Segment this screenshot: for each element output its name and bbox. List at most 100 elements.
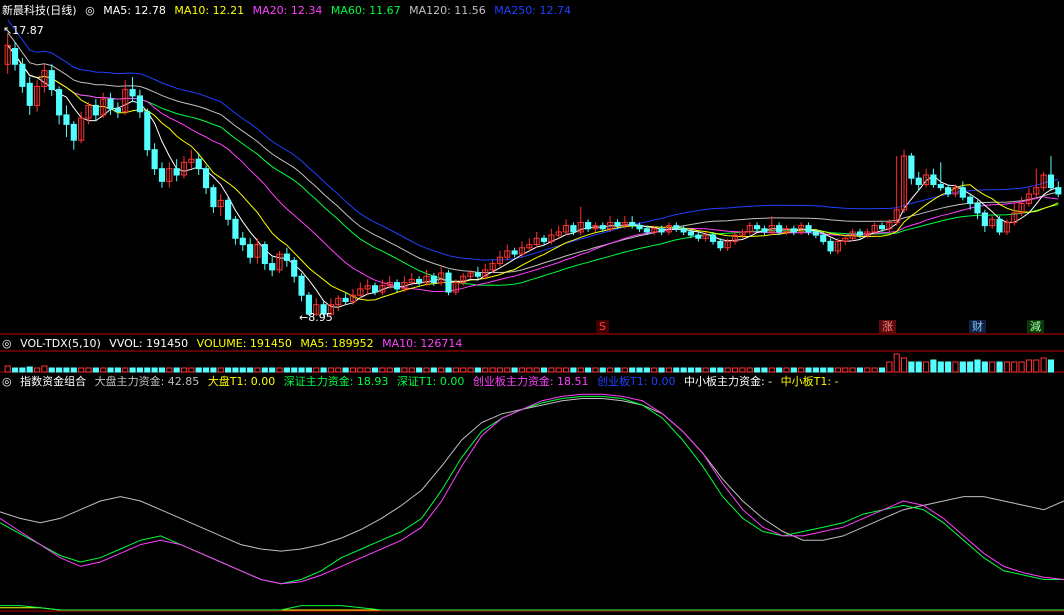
candle-body xyxy=(511,250,518,255)
fund-title: 指数资金组合 xyxy=(20,375,87,388)
volume-bar xyxy=(731,367,739,373)
volume-bar xyxy=(724,367,731,373)
volume-header: ◎ VOL-TDX(5,10) VVOL: 191450 VOLUME: 191… xyxy=(2,337,467,351)
volume-bar xyxy=(225,367,232,373)
candle-body xyxy=(195,158,202,170)
circle-dropdown-icon[interactable]: ◎ xyxy=(85,4,95,17)
volume-bar xyxy=(849,367,856,373)
volume-bar xyxy=(269,367,276,373)
volume-bar xyxy=(19,367,26,373)
high-price-label: ↖17.87 xyxy=(3,24,44,37)
candle-body xyxy=(967,196,974,204)
volume-bar xyxy=(298,367,305,373)
volume-bar xyxy=(702,367,709,373)
volume-bar xyxy=(151,367,158,373)
candle-body xyxy=(202,168,210,189)
volume-bars xyxy=(4,353,1055,373)
candlestick-series xyxy=(4,33,1062,316)
candle-body xyxy=(643,228,650,233)
candle-body xyxy=(56,89,63,116)
candle-body xyxy=(261,244,268,265)
volume-bar xyxy=(665,367,672,373)
candle-body xyxy=(599,225,606,230)
volume-bar xyxy=(496,367,504,373)
candle-body xyxy=(695,234,702,239)
signal-s-marker[interactable]: S xyxy=(596,320,609,333)
volume-bar xyxy=(842,367,849,373)
moving-average-lines xyxy=(7,19,1059,308)
volume-bar xyxy=(526,367,533,373)
candle-body xyxy=(225,199,232,220)
volume-bar xyxy=(305,367,312,373)
volume-bar xyxy=(614,367,621,373)
volume-bar xyxy=(327,367,335,373)
finance-marker[interactable]: 财 xyxy=(969,320,986,333)
volume-bar xyxy=(26,366,33,373)
shenzheng-label: 深证主力资金: 18.93 xyxy=(283,375,389,388)
candle-body xyxy=(974,202,981,214)
volume-bar xyxy=(871,367,878,373)
reduce-marker[interactable]: 減 xyxy=(1027,320,1044,333)
volume-bar xyxy=(166,367,173,373)
volume-bar xyxy=(416,367,423,373)
candle-body xyxy=(717,240,724,249)
volume-bar xyxy=(555,367,562,373)
ma5-label: MA5: 12.78 xyxy=(103,4,166,17)
candle-body xyxy=(585,221,592,230)
rise-marker[interactable]: 涨 xyxy=(879,320,896,333)
volume-bar xyxy=(761,367,768,373)
volume-bar xyxy=(658,367,665,373)
volume-bar xyxy=(92,367,99,373)
volume-bar xyxy=(335,367,342,373)
volume-bar xyxy=(533,367,540,373)
candle-body xyxy=(754,225,761,230)
volume-bar xyxy=(893,353,900,373)
dapan-fund-line xyxy=(0,398,1064,552)
volume-bar xyxy=(1011,361,1018,373)
volume-bar xyxy=(1040,357,1047,373)
zhongxiao-label: 中小板主力资金: - xyxy=(683,375,773,388)
volume-bar xyxy=(129,367,136,373)
candle-body xyxy=(658,228,665,233)
volume-bar xyxy=(158,367,166,373)
volume-bar xyxy=(357,367,364,373)
candle-body xyxy=(298,275,305,296)
circle-dropdown-icon[interactable]: ◎ xyxy=(2,375,12,388)
volume-bar xyxy=(364,367,371,373)
volume-bar xyxy=(599,367,606,373)
candle-body xyxy=(114,108,121,113)
candle-body xyxy=(151,149,158,170)
volume-bar xyxy=(180,367,188,373)
volume-bar xyxy=(930,359,937,373)
volume-bar xyxy=(254,367,261,373)
volume-bar xyxy=(56,367,63,373)
circle-dropdown-icon[interactable]: ◎ xyxy=(2,337,12,350)
volume-bar xyxy=(687,367,695,373)
candle-body xyxy=(812,231,819,236)
volume-bar xyxy=(33,367,41,373)
volume-bar xyxy=(812,367,819,373)
volume-bar xyxy=(136,367,143,373)
volume-bar xyxy=(276,367,283,373)
candle-body xyxy=(232,218,239,239)
volume-bar xyxy=(776,367,783,373)
volume-bar xyxy=(1018,361,1025,373)
volume-label: VOLUME: 191450 xyxy=(196,337,292,350)
volume-bar xyxy=(202,367,210,373)
volume-bar xyxy=(210,367,217,373)
candle-body xyxy=(430,275,437,284)
volume-bar xyxy=(621,367,628,373)
volume-bar xyxy=(467,367,474,373)
volume-bar xyxy=(114,367,121,373)
volume-bar xyxy=(1047,359,1055,373)
candle-body xyxy=(908,155,915,179)
stock-chart[interactable] xyxy=(0,0,1064,615)
volume-bar xyxy=(518,367,526,373)
shenzheng-t1-label: 深证T1: 0.00 xyxy=(396,375,465,388)
volume-bar xyxy=(1003,361,1010,373)
candle-body xyxy=(709,234,717,242)
candle-body xyxy=(930,174,937,185)
candle-body xyxy=(856,231,864,236)
volume-bar xyxy=(636,367,643,373)
volume-bar xyxy=(577,367,584,373)
